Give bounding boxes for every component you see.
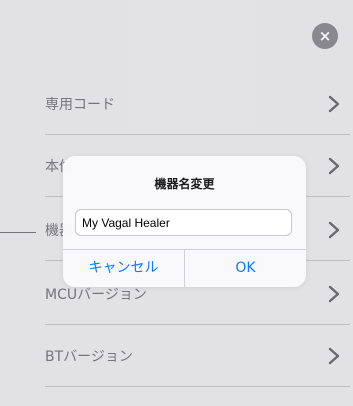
settings-screen: × 専用コード 本体 機器名 MCUバージョン BTバージョン 機器名変更 — [0, 0, 353, 406]
ok-button[interactable]: OK — [185, 250, 306, 287]
cancel-button[interactable]: キャンセル — [63, 250, 184, 287]
rename-dialog: 機器名変更 キャンセル OK — [63, 156, 306, 287]
dialog-title: 機器名変更 — [154, 177, 215, 191]
device-name-input[interactable] — [75, 209, 292, 236]
